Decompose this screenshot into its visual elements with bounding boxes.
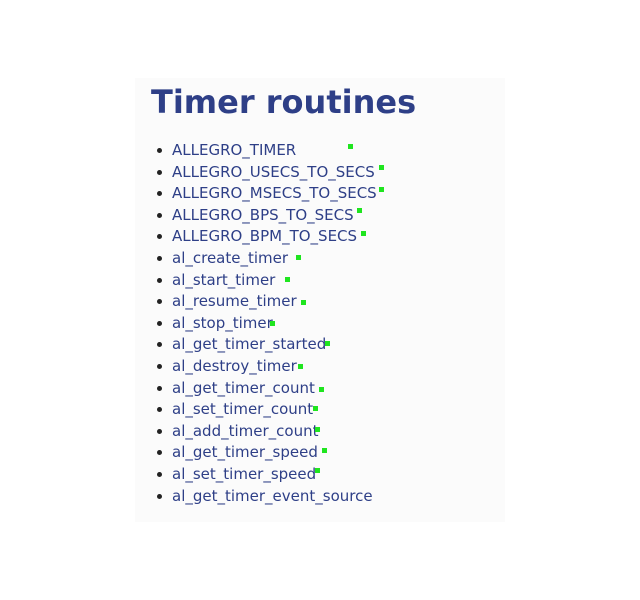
marker-square-icon — [361, 231, 366, 237]
bullet-icon — [157, 320, 162, 326]
marker-square-icon — [315, 467, 320, 473]
routine-link[interactable]: al_stop_timer — [172, 313, 273, 335]
routine-link[interactable]: al_create_timer — [172, 248, 288, 270]
marker-square-icon — [357, 207, 362, 213]
content-panel: Timer routines ALLEGRO_TIMER ALLEGRO_USEC… — [135, 78, 505, 522]
routine-link[interactable]: al_get_timer_speed — [172, 442, 318, 464]
marker-square-icon — [379, 187, 384, 193]
bullet-icon — [157, 450, 162, 456]
bullet-icon — [157, 255, 162, 261]
routine-link[interactable]: ALLEGRO_TIMER — [172, 140, 296, 162]
routine-link[interactable]: al_set_timer_speed — [172, 464, 316, 486]
bullet-icon — [157, 277, 162, 283]
routine-link[interactable]: al_start_timer — [172, 270, 275, 292]
bullet-icon — [157, 148, 162, 153]
marker-square-icon — [301, 300, 306, 306]
marker-square-icon — [319, 386, 324, 392]
routine-link[interactable]: al_add_timer_count — [172, 421, 318, 443]
marker-square-icon — [298, 363, 303, 369]
bullet-icon — [157, 407, 162, 413]
bullet-icon — [157, 385, 162, 391]
marker-square-icon — [313, 406, 318, 412]
bullet-icon — [157, 299, 162, 305]
bullet-icon — [157, 363, 162, 369]
bullet-icon — [157, 342, 162, 348]
page-title: Timer routines — [151, 83, 417, 121]
marker-square-icon — [379, 164, 384, 170]
marker-square-icon — [296, 254, 301, 260]
marker-square-icon — [322, 448, 327, 454]
routine-link[interactable]: ALLEGRO_USECS_TO_SECS — [172, 162, 375, 184]
routine-link[interactable]: al_get_timer_event_source — [172, 486, 373, 508]
marker-square-icon — [325, 341, 330, 347]
routine-link[interactable]: ALLEGRO_BPM_TO_SECS — [172, 226, 357, 248]
bullet-icon — [157, 234, 162, 240]
routine-link[interactable]: al_get_timer_count — [172, 378, 315, 400]
marker-square-icon — [315, 426, 320, 432]
routine-link[interactable]: al_resume_timer — [172, 291, 297, 313]
routine-link[interactable]: al_set_timer_count — [172, 399, 313, 421]
bullet-icon — [157, 471, 162, 477]
marker-square-icon — [285, 276, 290, 282]
routine-link[interactable]: al_destroy_timer — [172, 356, 297, 378]
routine-link[interactable]: ALLEGRO_BPS_TO_SECS — [172, 205, 354, 227]
marker-square-icon — [270, 320, 275, 326]
bullet-icon — [157, 428, 162, 434]
bullet-icon — [157, 191, 162, 197]
bullet-icon — [157, 493, 162, 499]
routine-link[interactable]: ALLEGRO_MSECS_TO_SECS — [172, 183, 377, 205]
bullet-icon — [157, 212, 162, 218]
routine-link[interactable]: al_get_timer_started — [172, 334, 326, 356]
bullet-icon — [157, 169, 162, 175]
marker-square-icon — [348, 144, 353, 149]
